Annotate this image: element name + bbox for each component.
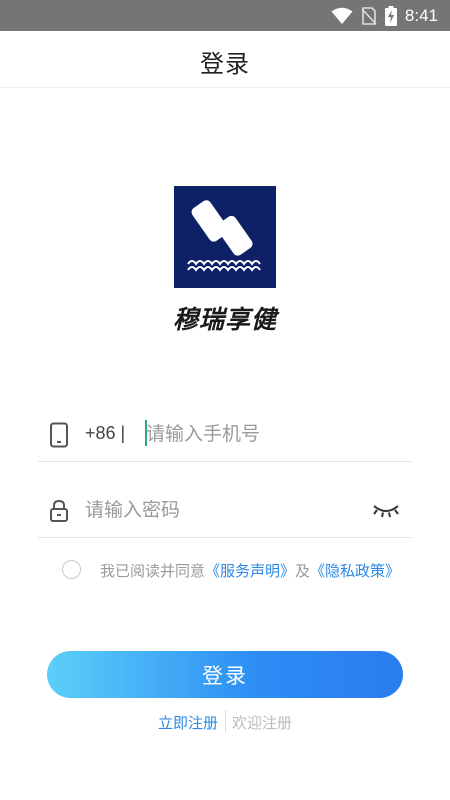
password-field[interactable] xyxy=(38,482,412,538)
divider xyxy=(225,710,226,732)
battery-charging-icon xyxy=(384,5,397,26)
app-logo xyxy=(174,186,276,288)
wifi-icon xyxy=(331,7,353,24)
brand-name: 穆瑞享健 xyxy=(172,305,277,334)
agreement-text: 我已阅读并同意《服务声明》及《隐私政策》 xyxy=(100,560,400,581)
phone-input[interactable] xyxy=(146,418,386,450)
lock-icon xyxy=(50,499,68,522)
status-bar: 8:41 xyxy=(0,0,450,31)
page-title: 登录 xyxy=(200,50,250,78)
agreement-row: 我已阅读并同意《服务声明》及《隐私政策》 xyxy=(62,558,432,582)
login-screen: 8:41 登录 穆瑞享健 +86 | 请输入手机号 我已阅读并同意《服务声明》及… xyxy=(0,0,450,800)
password-input[interactable] xyxy=(85,494,355,526)
status-icons: 8:41 xyxy=(331,0,438,31)
register-link[interactable]: 立即注册 xyxy=(158,712,218,733)
service-terms-link[interactable]: 《服务声明》 xyxy=(205,562,295,580)
agreement-prefix: 我已阅读并同意 xyxy=(100,562,206,580)
agree-checkbox[interactable] xyxy=(62,560,81,579)
country-code[interactable]: +86 | xyxy=(85,423,125,444)
register-row: 立即注册 欢迎注册 xyxy=(0,710,450,734)
no-sim-icon xyxy=(361,6,377,25)
title-bar: 登录 xyxy=(0,31,450,88)
logo-mark-icon xyxy=(187,200,261,272)
eye-closed-icon[interactable] xyxy=(372,502,400,520)
phone-field[interactable]: +86 | xyxy=(38,406,412,462)
status-time: 8:41 xyxy=(404,5,438,25)
agreement-conjunction: 及 xyxy=(295,562,311,580)
privacy-policy-link[interactable]: 《隐私政策》 xyxy=(310,562,400,580)
login-button[interactable]: 登录 xyxy=(47,651,403,698)
phone-icon xyxy=(50,422,68,448)
welcome-register-text: 欢迎注册 xyxy=(232,714,293,732)
